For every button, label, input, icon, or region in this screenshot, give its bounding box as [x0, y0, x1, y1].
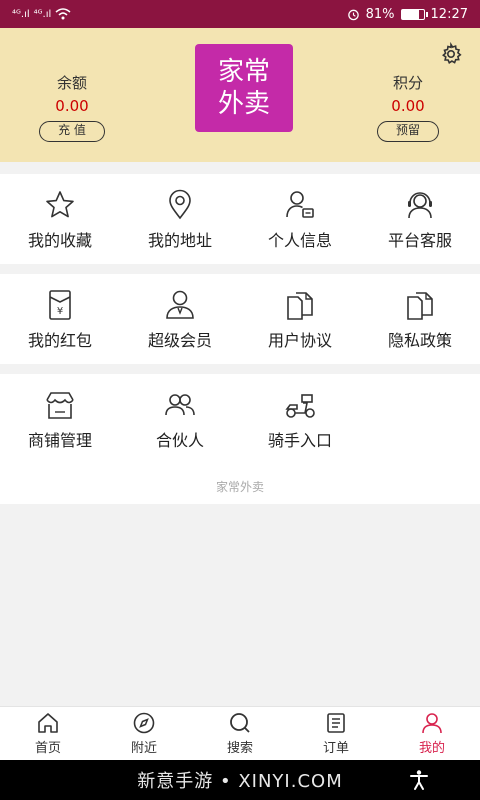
partners-icon — [165, 394, 195, 416]
menu-label: 我的地址 — [147, 231, 212, 250]
menu-label: 隐私政策 — [387, 331, 452, 350]
menu-label: 骑手入口 — [267, 431, 332, 450]
status-right: 81% 12:27 — [347, 7, 468, 22]
footer-brand-text: 家常外卖 — [215, 480, 264, 494]
battery-level — [401, 9, 420, 19]
tab-label: 附近 — [130, 741, 157, 756]
menu-item-favorites[interactable]: 我的收藏 — [0, 174, 120, 264]
menu-section-1: 我的收藏 我的地址 个人信息 平台客服 — [0, 174, 480, 264]
search-icon — [230, 713, 250, 733]
watermark-text: 新意手游 • XINYI.COM — [137, 771, 343, 792]
accessibility-icon[interactable] — [408, 769, 430, 791]
scooter-icon — [285, 394, 315, 418]
signal-icon: ⁴ᴳ.ıl — [33, 8, 52, 20]
status-time: 12:27 — [430, 6, 468, 22]
menu-item-partners[interactable]: 合伙人 — [120, 374, 240, 464]
menu-label: 超级会员 — [147, 331, 212, 350]
menu-item-rider-entry[interactable]: 骑手入口 — [240, 374, 360, 464]
menu-label: 个人信息 — [267, 231, 332, 250]
profile-card-icon — [286, 191, 314, 218]
headset-icon — [408, 192, 432, 219]
menu-row: 我的收藏 我的地址 个人信息 平台客服 — [0, 174, 480, 264]
status-bar: ⁴ᴳ.ıl ⁴ᴳ.ıl 81% 12:27 — [0, 0, 480, 28]
compass-icon — [133, 712, 155, 734]
gear-icon[interactable] — [439, 42, 463, 66]
balance-block: 余额 0.00 充 值 — [2, 72, 142, 142]
recharge-button[interactable]: 充 值 — [39, 121, 105, 142]
menu-section-3: 商铺管理 合伙人 骑手入口 家常外卖 — [0, 374, 480, 504]
points-block: 积分 0.00 预留 — [338, 72, 478, 142]
battery-icon — [400, 8, 428, 20]
red-envelope-icon: ¥ — [49, 290, 71, 320]
order-list-icon — [327, 713, 345, 733]
menu-item-address[interactable]: 我的地址 — [120, 174, 240, 264]
menu-label: 我的收藏 — [27, 231, 92, 250]
battery-percent: 81% — [365, 6, 395, 22]
tab-label: 我的 — [418, 741, 445, 756]
menu-section-2: ¥ 我的红包 超级会员 用户协议 隐私政策 — [0, 274, 480, 364]
tab-orders[interactable]: 订单 — [288, 707, 384, 760]
reserve-button[interactable]: 预留 — [376, 121, 439, 142]
tab-search[interactable]: 搜索 — [192, 707, 288, 760]
wifi-icon — [55, 8, 71, 20]
menu-item-shop-management[interactable]: 商铺管理 — [0, 374, 120, 464]
menu-label: 用户协议 — [267, 331, 332, 350]
star-icon — [46, 191, 74, 218]
document-icon — [407, 292, 433, 320]
menu-row: ¥ 我的红包 超级会员 用户协议 隐私政策 — [0, 274, 480, 364]
system-nav-bar: 新意手游 • XINYI.COM — [0, 760, 480, 800]
menu-label: 我的红包 — [27, 331, 92, 350]
menu-row: 商铺管理 合伙人 骑手入口 — [0, 374, 480, 464]
tab-label: 订单 — [322, 741, 349, 756]
tab-label: 首页 — [34, 741, 61, 756]
app-logo: 家常 外卖 — [195, 44, 293, 132]
location-pin-icon — [169, 189, 191, 220]
tab-label: 搜索 — [226, 741, 253, 756]
status-left: ⁴ᴳ.ıl ⁴ᴳ.ıl — [12, 8, 71, 20]
menu-label: 商铺管理 — [27, 431, 92, 450]
shop-icon — [46, 392, 74, 419]
balance-value: 0.00 — [55, 97, 89, 115]
alarm-icon — [347, 9, 359, 20]
signal-icon: ⁴ᴳ.ıl — [12, 8, 30, 20]
menu-label: 合伙人 — [155, 431, 204, 450]
menu-item-privacy-policy[interactable]: 隐私政策 — [360, 274, 480, 364]
document-icon — [287, 292, 313, 320]
menu-item-support[interactable]: 平台客服 — [360, 174, 480, 264]
balance-label: 余额 — [56, 74, 87, 92]
points-value: 0.00 — [391, 97, 425, 115]
home-icon — [38, 713, 58, 733]
menu-item-profile[interactable]: 个人信息 — [240, 174, 360, 264]
user-icon — [422, 713, 442, 734]
menu-item-red-envelope[interactable]: ¥ 我的红包 — [0, 274, 120, 364]
points-label: 积分 — [392, 74, 423, 92]
menu-label: 平台客服 — [387, 231, 452, 250]
bottom-tab-bar: 首页 附近 搜索 订单 我的 — [0, 706, 480, 760]
profile-header: 余额 0.00 充 值 家常 外卖 积分 0.00 预留 — [0, 28, 480, 162]
svg-text:¥: ¥ — [57, 306, 63, 317]
menu-item-user-agreement[interactable]: 用户协议 — [240, 274, 360, 364]
tab-nearby[interactable]: 附近 — [96, 707, 192, 760]
tab-home[interactable]: 首页 — [0, 707, 96, 760]
menu-item-vip[interactable]: 超级会员 — [120, 274, 240, 364]
vip-user-icon — [166, 290, 194, 319]
tab-mine[interactable]: 我的 — [384, 707, 480, 760]
